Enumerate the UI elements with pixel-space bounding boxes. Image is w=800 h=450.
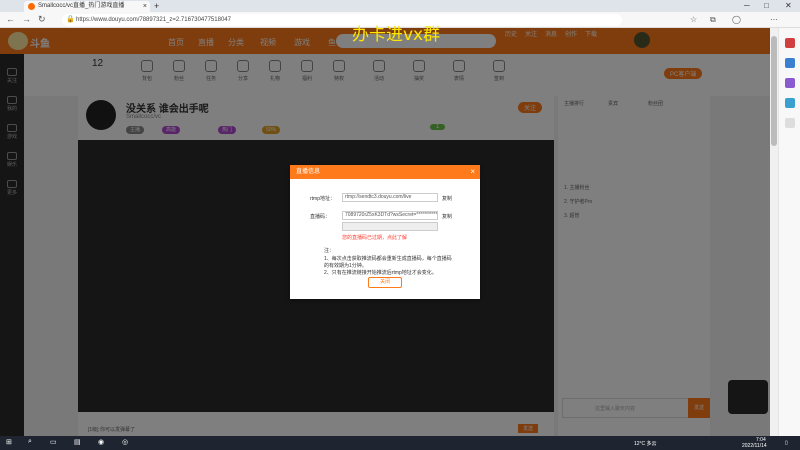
close-button[interactable]: 关闭 [368,277,402,288]
shopping-icon[interactable] [785,58,795,68]
copy-rtmp-button[interactable]: 复制 [442,195,452,202]
profile-icon[interactable]: ◯ [732,15,741,24]
key-select[interactable] [342,222,438,231]
browser-tab[interactable]: Smallcocc/vc直播_热门游戏直播 × [24,1,150,12]
new-tab-button[interactable]: + [154,0,159,12]
windows-taskbar: ⊞ ⌕ ▭ ▤ ◉ ◎ 12°C 多云 7:04 2022/11/14 ▯ [0,436,800,450]
reload-icon[interactable]: ↻ [38,14,46,25]
modal-title: 直播信息 [296,169,321,175]
task-view-icon[interactable]: ▭ [50,438,57,446]
key-label: 直播码： [310,214,331,220]
start-icon[interactable]: ⊞ [6,438,12,446]
extensions-icon[interactable]: ⧉ [710,15,716,25]
close-tab-icon[interactable]: × [143,1,147,12]
explorer-icon[interactable]: ▤ [74,438,81,446]
overlay-watermark: 办卡进vx群 [352,25,441,45]
weather[interactable]: 12°C 多云 [634,440,657,447]
close-window-icon[interactable]: ✕ [785,0,792,12]
key-field[interactable]: 7089720rZ5xK3DTd?wsSecret=************** [342,211,438,220]
lock-icon: 🔒 [66,16,75,23]
rtmp-label: rtmp地址： [310,196,336,202]
page-scrollbar[interactable] [770,28,778,436]
favorites-icon[interactable]: ☆ [690,15,697,24]
tools-icon[interactable] [785,78,795,88]
maximize-icon[interactable]: □ [764,0,769,12]
modal-header: 直播信息 × [290,165,480,179]
stream-info-modal: 直播信息 × rtmp地址： rtmp://sendtc3.douyu.com/… [290,165,480,299]
tab-title: Smallcocc/vc直播_热门游戏直播 [38,3,125,9]
close-icon[interactable]: × [470,165,475,179]
app-icon[interactable]: ◎ [122,438,128,446]
back-icon[interactable]: ← [6,14,15,24]
expired-warning[interactable]: 您的直播码已过期，点此了解 [342,234,407,241]
edge-icon[interactable]: ◉ [98,438,104,446]
douyu-favicon-icon [28,3,35,10]
note-title: 注： [324,248,335,254]
add-icon[interactable] [785,118,795,128]
copy-key-button[interactable]: 复制 [442,213,452,220]
minimize-icon[interactable]: ─ [744,0,750,12]
note-line-1: 1、每次点击获取推流码都会重新生成直播码，每个直播码的有效期为1分钟。 [324,256,452,269]
outlook-icon[interactable] [785,98,795,108]
url-input[interactable]: 🔒 https://www.douyu.com/78897321_z=2.716… [62,14,622,26]
edge-sidebar [778,28,800,436]
more-icon[interactable]: ⋯ [770,15,778,24]
clock-date[interactable]: 2022/11/14 [742,443,767,449]
forward-icon[interactable]: → [22,14,31,24]
url-text: https://www.douyu.com/78897321_z=2.71673… [76,17,231,23]
rtmp-field[interactable]: rtmp://sendtc3.douyu.com/live [342,193,438,202]
scrollbar-thumb[interactable] [771,36,777,146]
notification-icon[interactable]: ▯ [785,440,788,446]
note-line-2: 2、只有在推流链接开始推流后rtmp地址才会变化。 [324,270,437,276]
search-icon[interactable] [785,38,795,48]
browser-tab-bar: Smallcocc/vc直播_热门游戏直播 × + ─ □ ✕ [0,0,800,12]
search-icon[interactable]: ⌕ [28,438,32,446]
